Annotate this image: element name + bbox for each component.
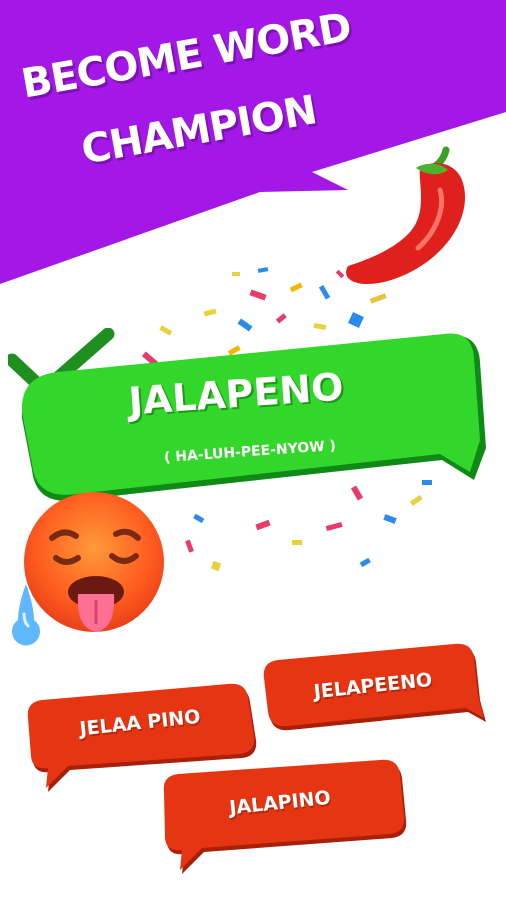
option-bubbles-shapes <box>27 643 486 874</box>
